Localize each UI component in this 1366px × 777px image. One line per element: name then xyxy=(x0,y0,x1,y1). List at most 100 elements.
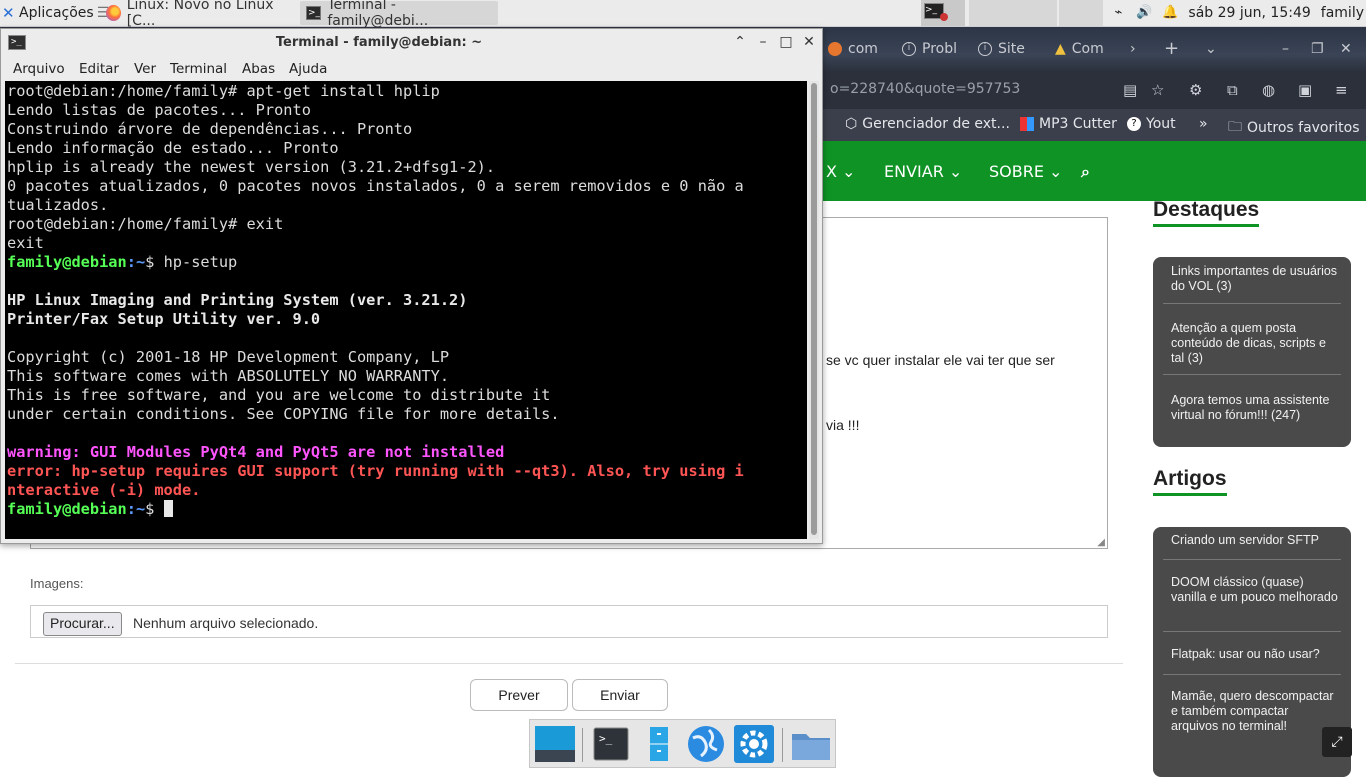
hamburger-menu-icon[interactable]: ≡ xyxy=(1335,81,1348,99)
system-tray: ⌁ 🔊 🔔 sáb 29 jun, 15:49 family xyxy=(1110,0,1365,26)
resize-handle-icon[interactable]: ◢ xyxy=(1097,537,1105,548)
clock[interactable]: sáb 29 jun, 15:49 xyxy=(1188,5,1310,21)
mp3-cutter-icon xyxy=(1020,117,1034,131)
output-line: This software comes with ABSOLUTELY NO W… xyxy=(7,367,450,385)
sidebar-icon[interactable]: ▣ xyxy=(1298,81,1312,99)
shade-icon[interactable]: ⌃ xyxy=(732,33,748,51)
workspace-4[interactable] xyxy=(1059,0,1103,26)
destaques-list: Links importantes de usuários do VOL (3)… xyxy=(1153,257,1351,447)
destaque-link[interactable]: Agora temos uma assistente virtual no fó… xyxy=(1171,393,1339,423)
nav-label: SOBRE xyxy=(989,162,1044,181)
nav-item-sobre[interactable]: SOBRE ⌄ xyxy=(989,162,1062,181)
minimize-icon[interactable]: – xyxy=(1282,41,1289,57)
output-line: exit xyxy=(7,234,44,252)
close-icon[interactable]: ✕ xyxy=(801,33,817,51)
dock: >_ xyxy=(529,719,836,768)
applications-menu[interactable]: ✕ Aplicações ☰ xyxy=(2,0,109,26)
volume-icon[interactable]: 🔊 xyxy=(1136,5,1152,21)
textarea-text: via !!! xyxy=(826,417,860,433)
output-line: Lendo informação de estado... Pronto xyxy=(7,139,339,157)
terminal-output[interactable]: root@debian:/home/family# apt-get instal… xyxy=(5,81,807,539)
terminal-launcher[interactable]: >_ xyxy=(590,724,632,764)
dock-separator xyxy=(582,728,583,762)
menu-abas[interactable]: Abas xyxy=(242,61,275,77)
network-icon[interactable]: ⌁ xyxy=(1110,5,1126,21)
preview-button[interactable]: Prever xyxy=(470,679,568,711)
scroll-to-top-icon[interactable]: ⤢ xyxy=(1322,727,1352,757)
prompt-symbol: $ xyxy=(145,253,164,271)
error-line: nteractive (-i) mode. xyxy=(7,481,201,499)
browser-tab[interactable]: ▲ Com xyxy=(1055,41,1104,57)
reader-mode-icon[interactable]: ▤ xyxy=(1123,81,1137,99)
terminal-window: >_ Terminal - family@debian: ~ ⌃ – □ ✕ A… xyxy=(0,28,823,544)
notification-bell-icon[interactable]: 🔔 xyxy=(1162,5,1178,21)
bookmark-item[interactable]: MP3 Cutter xyxy=(1020,116,1117,132)
globe-icon xyxy=(688,726,724,762)
workspace-3[interactable] xyxy=(1013,0,1057,26)
destaque-link[interactable]: Links importantes de usuários do VOL (3) xyxy=(1171,264,1339,294)
nav-item[interactable]: X ⌄ xyxy=(826,162,855,181)
more-bookmarks-icon[interactable]: » xyxy=(1199,116,1208,132)
file-manager-launcher[interactable] xyxy=(790,724,832,764)
terminal-icon: >_ xyxy=(593,727,629,761)
window-title: Terminal - family@debian: ~ xyxy=(275,35,483,50)
web-browser-launcher[interactable] xyxy=(685,724,727,764)
maximize-icon[interactable]: □ xyxy=(778,33,794,51)
scrollbar-thumb[interactable] xyxy=(811,83,817,535)
bookmark-item[interactable]: ⬡ Gerenciador de ext... xyxy=(845,116,1010,132)
menu-ver[interactable]: Ver xyxy=(134,61,156,77)
menu-ajuda[interactable]: Ajuda xyxy=(289,61,327,77)
close-icon[interactable]: ✕ xyxy=(1340,41,1352,57)
settings-launcher[interactable] xyxy=(733,724,775,764)
taskbar-item-firefox[interactable]: Linux: Novo no Linux [C... xyxy=(100,0,298,29)
terminal-titlebar[interactable]: >_ Terminal - family@debian: ~ ⌃ – □ ✕ xyxy=(1,29,822,57)
destaque-link[interactable]: Atenção a quem posta conteúdo de dicas, … xyxy=(1171,321,1339,366)
search-icon[interactable]: ⌕ xyxy=(1081,162,1090,182)
bookmark-star-icon[interactable]: ☆ xyxy=(1151,81,1164,99)
settings-gear-icon[interactable]: ⚙ xyxy=(1189,81,1202,99)
tab-list-chevron-icon[interactable]: ⌄ xyxy=(1205,41,1217,57)
browser-tab[interactable]: i Probl xyxy=(902,41,957,57)
taskbar-item-terminal[interactable]: >_ Terminal - family@debi... xyxy=(300,0,498,29)
output-line: under certain conditions. See COPYING fi… xyxy=(7,405,560,423)
artigo-link[interactable]: Criando um servidor SFTP xyxy=(1171,533,1339,548)
terminal-scrollbar[interactable] xyxy=(809,81,819,539)
restore-icon[interactable]: ❐ xyxy=(1311,41,1324,57)
prompt-symbol: $ xyxy=(145,500,164,518)
menu-arquivo[interactable]: Arquivo xyxy=(13,61,65,77)
artigo-link[interactable]: DOOM clássico (quase) vanilla e um pouco… xyxy=(1171,575,1339,605)
prompt-user: family@debian xyxy=(7,500,127,518)
browser-tab[interactable]: i Site xyxy=(978,41,1025,57)
browse-button[interactable]: Procurar... xyxy=(43,612,122,636)
new-tab-icon[interactable]: + xyxy=(1164,38,1179,59)
artigo-link[interactable]: Flatpak: usar ou não usar? xyxy=(1171,647,1339,662)
send-button[interactable]: Enviar xyxy=(572,679,668,711)
address-bar[interactable]: o=228740&quote=957753 xyxy=(830,81,1020,97)
extensions-icon[interactable]: ⧉ xyxy=(1227,81,1238,99)
divider xyxy=(1163,631,1341,632)
minimize-icon[interactable]: – xyxy=(755,33,771,51)
nav-label: X xyxy=(826,162,837,181)
menu-editar[interactable]: Editar xyxy=(79,61,119,77)
output-line: This is free software, and you are welco… xyxy=(7,386,551,404)
tab-scroll-right-icon[interactable]: › xyxy=(1130,41,1136,57)
user-menu[interactable]: family xyxy=(1321,5,1364,21)
browser-tab[interactable]: com xyxy=(828,41,878,57)
output-line: root@debian:/home/family# exit xyxy=(7,215,284,233)
file-cabinet-launcher[interactable] xyxy=(638,724,680,764)
artigo-link[interactable]: Mamãe, quero descompactar e também compa… xyxy=(1171,689,1339,734)
workspace-2[interactable] xyxy=(969,0,1013,26)
desktop-launcher[interactable] xyxy=(534,724,576,764)
prompt-user: family@debian xyxy=(7,253,127,271)
bookmark-folder[interactable]: 🗀 Outros favoritos xyxy=(1228,116,1360,140)
bookmark-item[interactable]: ? Yout xyxy=(1127,116,1176,132)
browser-tab-label: Site xyxy=(998,41,1025,57)
error-line: error: hp-setup requires GUI support (tr… xyxy=(7,462,744,480)
browser-tab-label: com xyxy=(848,41,878,57)
menu-terminal[interactable]: Terminal xyxy=(170,61,227,77)
nav-item-enviar[interactable]: ENVIAR ⌄ xyxy=(884,162,962,181)
settings-gear-icon xyxy=(734,725,774,763)
browser-tab-label: Probl xyxy=(922,41,957,57)
divider xyxy=(1163,559,1341,560)
globe-icon[interactable]: ◍ xyxy=(1262,81,1275,99)
